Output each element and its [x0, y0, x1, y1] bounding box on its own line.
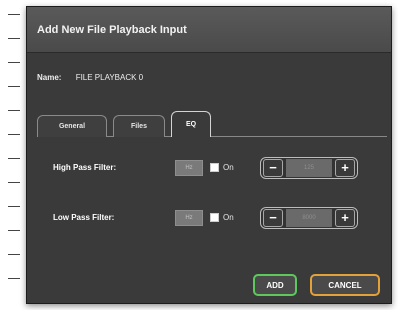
high-pass-stepper: − 125 +	[260, 157, 358, 179]
edge-mark	[8, 14, 20, 15]
tab-eq[interactable]: EQ	[171, 111, 211, 137]
low-pass-frequency-box: Hz	[175, 210, 203, 226]
edge-mark	[8, 278, 20, 279]
low-pass-decrement-button[interactable]: −	[263, 209, 283, 227]
high-pass-filter-row: High Pass Filter: Hz On − 125 +	[27, 155, 391, 181]
tab-general[interactable]: General	[37, 115, 107, 137]
name-value: FILE PLAYBACK 0	[75, 73, 144, 82]
low-pass-on-checkbox[interactable]	[210, 213, 219, 222]
edge-mark	[8, 38, 20, 39]
low-pass-on-label: On	[223, 213, 234, 222]
tab-bar: General Files EQ	[37, 111, 387, 137]
edge-mark	[8, 62, 20, 63]
low-pass-stepper: − 8000 +	[260, 207, 358, 229]
edge-mark	[8, 158, 20, 159]
low-pass-filter-row: Low Pass Filter: Hz On − 8000 +	[27, 205, 391, 231]
page-edge-marks	[0, 0, 26, 310]
edge-mark	[8, 206, 20, 207]
high-pass-increment-button[interactable]: +	[335, 159, 355, 177]
name-label: Name:	[37, 73, 62, 82]
high-pass-frequency-box: Hz	[175, 160, 203, 176]
edge-mark	[8, 254, 20, 255]
high-pass-filter-label: High Pass Filter:	[53, 163, 117, 172]
edge-mark	[8, 134, 20, 135]
edge-mark	[8, 230, 20, 231]
low-pass-filter-label: Low Pass Filter:	[53, 213, 115, 222]
tab-files[interactable]: Files	[113, 115, 165, 137]
high-pass-stepper-value[interactable]: 125	[286, 159, 332, 177]
high-pass-on-label: On	[223, 163, 234, 172]
cancel-button[interactable]: CANCEL	[310, 274, 380, 296]
low-pass-stepper-value[interactable]: 8000	[286, 209, 332, 227]
high-pass-on-checkbox[interactable]	[210, 163, 219, 172]
add-file-playback-dialog: Add New File Playback Input Name: FILE P…	[26, 6, 392, 304]
edge-mark	[8, 86, 20, 87]
edge-mark	[8, 182, 20, 183]
add-button[interactable]: ADD	[253, 274, 297, 296]
dialog-header: Add New File Playback Input	[27, 7, 391, 53]
edge-mark	[8, 110, 20, 111]
high-pass-decrement-button[interactable]: −	[263, 159, 283, 177]
low-pass-increment-button[interactable]: +	[335, 209, 355, 227]
name-row: Name: FILE PLAYBACK 0	[37, 73, 143, 82]
dialog-title: Add New File Playback Input	[37, 24, 187, 36]
